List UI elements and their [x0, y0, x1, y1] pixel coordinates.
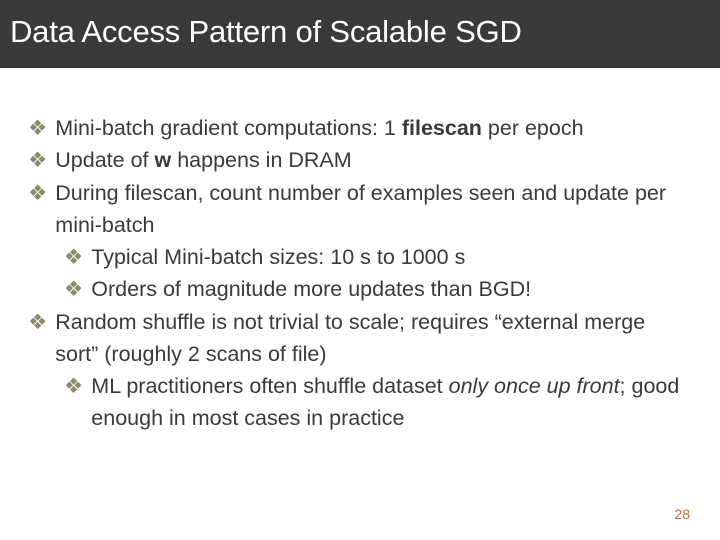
title-bar: Data Access Pattern of Scalable SGD: [0, 0, 720, 68]
bullet-text: ML practitioners often shuffle dataset o…: [91, 370, 692, 435]
diamond-bullet-icon: ❖: [64, 241, 83, 273]
list-item: ❖Typical Mini-batch sizes: 10 s to 1000 …: [64, 241, 692, 273]
page-number: 28: [674, 506, 690, 522]
list-item: ❖ML practitioners often shuffle dataset …: [64, 370, 692, 435]
bullet-text: Update of w happens in DRAM: [55, 144, 692, 176]
sub-bullet-list: ❖ML practitioners often shuffle dataset …: [28, 370, 692, 435]
diamond-bullet-icon: ❖: [64, 273, 83, 305]
slide: Data Access Pattern of Scalable SGD ❖ Mi…: [0, 0, 720, 540]
list-item: ❖ Random shuffle is not trivial to scale…: [28, 306, 692, 371]
slide-content: ❖ Mini-batch gradient computations: 1 fi…: [0, 68, 720, 435]
list-item: ❖ Mini-batch gradient computations: 1 fi…: [28, 112, 692, 144]
bullet-text: Typical Mini-batch sizes: 10 s to 1000 s: [91, 241, 692, 273]
bullet-text: During filescan, count number of example…: [55, 177, 692, 242]
diamond-bullet-icon: ❖: [28, 112, 47, 144]
sub-bullet-list: ❖Typical Mini-batch sizes: 10 s to 1000 …: [28, 241, 692, 306]
diamond-bullet-icon: ❖: [64, 370, 83, 435]
list-item: ❖Update of w happens in DRAM: [28, 144, 692, 176]
bullet-text: Mini-batch gradient computations: 1 file…: [55, 112, 692, 144]
diamond-bullet-icon: ❖: [28, 144, 47, 176]
slide-title: Data Access Pattern of Scalable SGD: [10, 14, 710, 50]
list-item: ❖Orders of magnitude more updates than B…: [64, 273, 692, 305]
diamond-bullet-icon: ❖: [28, 177, 47, 242]
diamond-bullet-icon: ❖: [28, 306, 47, 371]
bullet-list: ❖ Mini-batch gradient computations: 1 fi…: [28, 112, 692, 435]
list-item: ❖During filescan, count number of exampl…: [28, 177, 692, 242]
bullet-text: Orders of magnitude more updates than BG…: [91, 273, 692, 305]
bullet-text: Random shuffle is not trivial to scale; …: [55, 306, 692, 371]
